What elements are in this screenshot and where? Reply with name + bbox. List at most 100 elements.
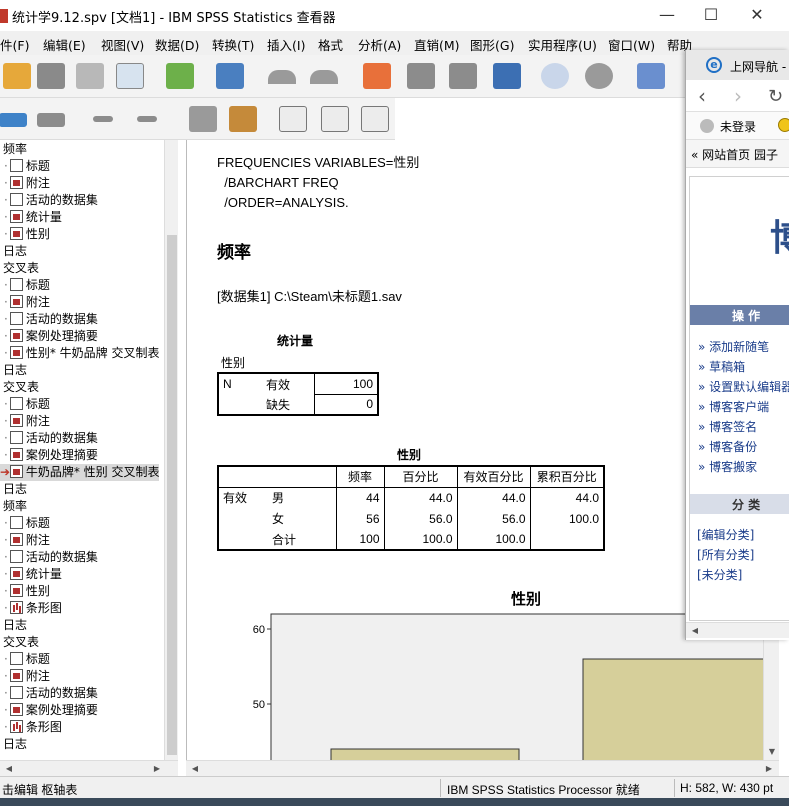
outline-item[interactable]: 日志 (3, 736, 27, 753)
outline-item[interactable]: · 条形图 (0, 719, 62, 736)
menu-direct-marketing[interactable]: 直销(M) (414, 35, 460, 54)
ops-link[interactable]: » 添加新随笔 (698, 338, 769, 355)
outline-item[interactable]: · 性别 (0, 226, 50, 243)
scroll-right-icon[interactable]: ▶ (150, 762, 164, 776)
outline-item[interactable]: · 附注 (0, 413, 50, 430)
save-button[interactable] (34, 60, 68, 92)
bookmarks-links[interactable]: « 网站首页 园子 (691, 146, 778, 163)
collapse-button[interactable] (130, 103, 164, 135)
expand-button[interactable] (86, 103, 120, 135)
scroll-left-icon[interactable]: ◀ (2, 762, 16, 776)
outline-item[interactable]: · 标题 (0, 515, 50, 532)
goto-case-button[interactable] (404, 60, 438, 92)
category-link[interactable]: [所有分类] (697, 546, 754, 563)
promote-button[interactable] (0, 103, 30, 135)
ops-link[interactable]: » 博客搬家 (698, 458, 757, 475)
outline-item[interactable]: 日志 (3, 362, 27, 379)
forward-icon[interactable]: › (734, 84, 742, 108)
menu-view[interactable]: 视图(V) (101, 35, 144, 54)
ops-link[interactable]: » 博客签名 (698, 418, 757, 435)
scroll-left-icon[interactable]: ◀ (188, 762, 202, 776)
ops-link[interactable]: » 博客备份 (698, 438, 757, 455)
outline-item[interactable]: 日志 (3, 243, 27, 260)
print-button[interactable] (73, 60, 107, 92)
open-button[interactable] (0, 60, 34, 92)
outline-item[interactable]: · 性别 (0, 583, 50, 600)
outline-item[interactable]: · 牛奶品牌* 性别 交叉制表 (0, 464, 160, 481)
outline-item[interactable]: · 附注 (0, 175, 50, 192)
login-status[interactable]: 未登录 (720, 118, 756, 135)
statistics-table[interactable]: N 有效 100 缺失 0 (217, 372, 379, 416)
goto-variable-button[interactable] (446, 60, 480, 92)
close-button[interactable]: ✕ (742, 4, 772, 26)
show-button[interactable] (186, 103, 220, 135)
ops-link[interactable]: » 博客客户端 (698, 398, 769, 415)
menu-data[interactable]: 数据(D) (155, 35, 199, 54)
menu-graphs[interactable]: 图形(G) (470, 35, 514, 54)
outline-item[interactable]: · 活动的数据集 (0, 430, 98, 447)
outline-item[interactable]: 交叉表 (3, 379, 39, 396)
bar-0[interactable] (330, 748, 520, 760)
outline-item[interactable]: · 案例处理摘要 (0, 328, 98, 345)
menu-analyze[interactable]: 分析(A) (358, 35, 401, 54)
outline-item[interactable]: · 案例处理摘要 (0, 702, 98, 719)
variables-button[interactable] (490, 60, 524, 92)
outline-item[interactable]: · 条形图 (0, 600, 62, 617)
category-link[interactable]: [编辑分类] (697, 526, 754, 543)
demote-button[interactable] (34, 103, 68, 135)
use-variable-sets-button[interactable] (538, 60, 572, 92)
scroll-down-icon[interactable]: ▼ (765, 745, 779, 759)
show-all-variables-button[interactable] (582, 60, 616, 92)
outline-item[interactable]: 频率 (3, 498, 27, 515)
outline-item[interactable]: · 性别* 牛奶品牌 交叉制表 (0, 345, 159, 362)
insert-text-button[interactable] (358, 103, 392, 135)
menu-transform[interactable]: 转换(T) (212, 35, 254, 54)
browser-horizontal-scrollbar[interactable]: ◀ (686, 622, 789, 638)
outline-item[interactable]: 频率 (3, 141, 27, 158)
refresh-icon[interactable]: ↻ (768, 86, 783, 107)
outline-item[interactable]: 交叉表 (3, 634, 39, 651)
outline-scroll-thumb[interactable] (167, 235, 177, 755)
menu-insert[interactable]: 插入(I) (267, 35, 305, 54)
ops-link[interactable]: » 设置默认编辑器 (698, 378, 789, 395)
insert-title-button[interactable] (318, 103, 352, 135)
menu-edit[interactable]: 编辑(E) (43, 35, 86, 54)
menu-file[interactable]: 件(F) (0, 35, 29, 54)
outline-item[interactable]: 交叉表 (3, 260, 39, 277)
redo-button[interactable] (307, 60, 341, 92)
outline-item[interactable]: · 统计量 (0, 566, 62, 583)
outline-item[interactable]: · 案例处理摘要 (0, 447, 98, 464)
back-icon[interactable]: ‹ (698, 84, 706, 108)
menu-window[interactable]: 窗口(W) (608, 35, 655, 54)
outline-item[interactable]: · 附注 (0, 668, 50, 685)
plugin-icon[interactable] (778, 118, 789, 132)
menu-format[interactable]: 格式 (318, 35, 343, 54)
browser-tab[interactable]: e 上网导航 - (686, 50, 789, 80)
category-link[interactable]: [未分类] (697, 566, 742, 583)
goto-data-button[interactable] (360, 60, 394, 92)
outline-item[interactable]: 日志 (3, 617, 27, 634)
outline-item[interactable]: · 活动的数据集 (0, 685, 98, 702)
hide-button[interactable] (226, 103, 260, 135)
ops-link[interactable]: » 草稿箱 (698, 358, 745, 375)
bar-1[interactable] (582, 658, 763, 760)
export-button[interactable] (163, 60, 197, 92)
outline-item[interactable]: · 标题 (0, 651, 50, 668)
spelling-button[interactable] (634, 60, 668, 92)
outline-horizontal-scrollbar[interactable]: ◀ ▶ (0, 760, 178, 776)
outline-item[interactable]: · 活动的数据集 (0, 311, 98, 328)
frequency-table[interactable]: 频率 百分比 有效百分比 累积百分比 有效 男 44 44.0 44.0 44.… (217, 465, 605, 551)
outline-vertical-scrollbar[interactable] (164, 140, 178, 760)
menu-utilities[interactable]: 实用程序(U) (528, 35, 597, 54)
scroll-right-icon[interactable]: ▶ (762, 762, 776, 776)
undo-button[interactable] (265, 60, 299, 92)
minimize-button[interactable]: — (652, 4, 682, 26)
outline-item[interactable]: · 附注 (0, 532, 50, 549)
outline-item[interactable]: 日志 (3, 481, 27, 498)
recall-dialog-button[interactable] (213, 60, 247, 92)
scroll-left-icon[interactable]: ◀ (688, 624, 702, 638)
outline-item[interactable]: · 活动的数据集 (0, 192, 98, 209)
outline-item[interactable]: · 标题 (0, 396, 50, 413)
outline-item[interactable]: · 活动的数据集 (0, 549, 98, 566)
outline-item[interactable]: · 统计量 (0, 209, 62, 226)
